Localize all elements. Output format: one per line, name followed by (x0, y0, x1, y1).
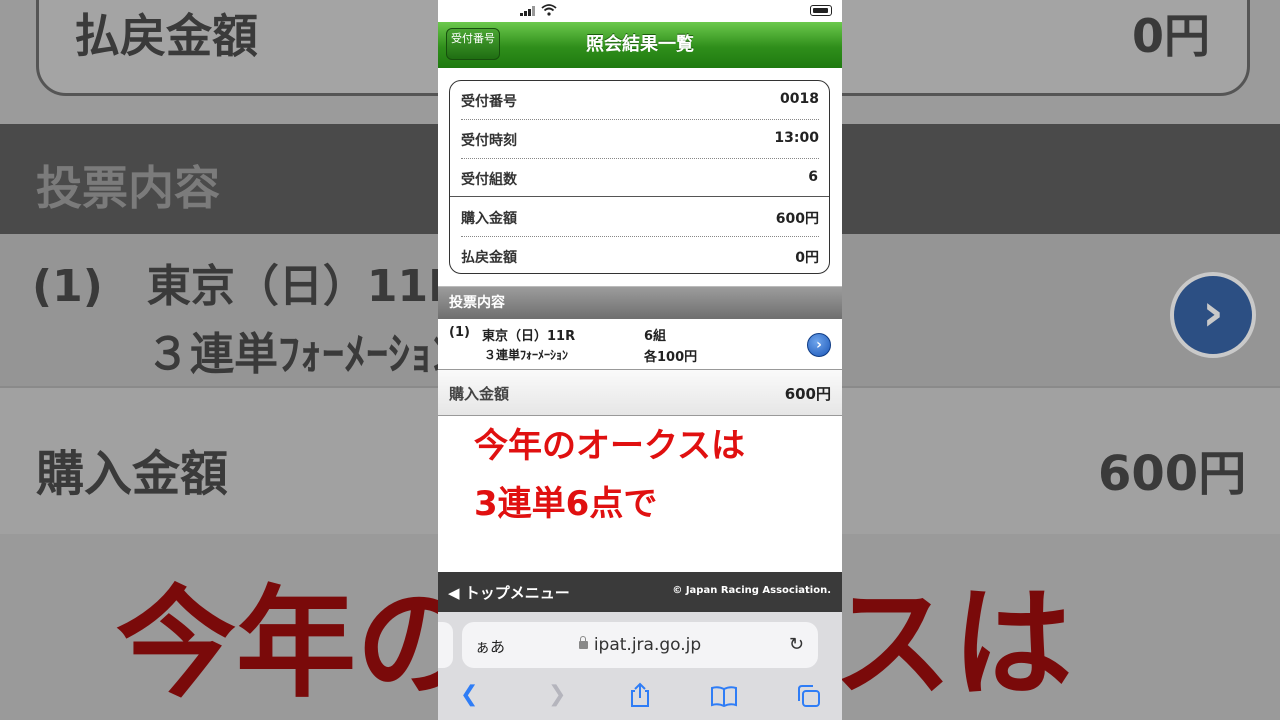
browser-chrome: ぁあ ipat.jra.go.jp ↻ ❮ ❯ (438, 612, 842, 720)
overlay-caption-line1: 今年のオークスは (474, 426, 745, 466)
receipt-panel: 受付番号 0018 受付時刻 13:00 受付組数 6 購入金額 600円 払戻… (449, 80, 830, 274)
share-icon[interactable] (628, 682, 652, 708)
back-icon[interactable]: ❮ (460, 682, 478, 707)
bg-buy-label: 購入金額 (36, 446, 229, 502)
copyright-text: © Japan Racing Association. (672, 585, 831, 596)
order-unit: 各100円 (644, 350, 698, 365)
bg-order-line2: ３連単ﾌｫｰﾒｰｼｮﾝ (146, 329, 454, 380)
bookmarks-icon[interactable] (710, 685, 738, 707)
purchase-label: 購入金額 (449, 385, 510, 403)
order-combos: 6組 (644, 329, 667, 344)
receipt-value: 0円 (795, 250, 819, 266)
app-header: 照会結果一覧 受付番号 (438, 22, 842, 68)
top-menu-label: トップメニュー (464, 584, 570, 602)
receipt-label: 払戻金額 (461, 250, 517, 266)
receipt-row: 受付番号 0018 (461, 81, 819, 120)
receipt-label: 購入金額 (461, 211, 517, 227)
receipt-row: 受付時刻 13:00 (461, 120, 819, 159)
order-index: (1) (449, 325, 470, 340)
tabs-icon[interactable] (796, 684, 822, 708)
bg-refund-label: 払戻金額 (74, 9, 258, 63)
address-bar[interactable]: ぁあ ipat.jra.go.jp ↻ (462, 622, 818, 668)
top-menu-link[interactable]: ◀ トップメニュー (448, 582, 570, 603)
triangle-left-icon: ◀ (448, 584, 460, 602)
signal-icon (520, 6, 536, 16)
receipt-label: 受付時刻 (461, 133, 517, 149)
order-race: 東京（日）11R (482, 329, 576, 344)
phone-screen: 照会結果一覧 受付番号 受付番号 0018 受付時刻 13:00 受付組数 6 … (438, 0, 842, 720)
forward-icon[interactable]: ❯ (548, 682, 566, 707)
chevron-right-icon[interactable]: › (807, 333, 831, 357)
receipt-row: 払戻金額 0円 (461, 237, 819, 275)
url-text: ipat.jra.go.jp (593, 635, 702, 655)
url-display: ipat.jra.go.jp (462, 635, 818, 655)
order-list-item[interactable]: (1) 東京（日）11R 6組 ３連単ﾌｫｰﾒｰｼｮﾝ 各100円 (438, 319, 842, 370)
bg-refund-value: 0円 (1132, 9, 1211, 63)
app-footer: ◀ トップメニュー © Japan Racing Association. (438, 572, 842, 612)
bg-order-line1: (1) 東京（日）11R (32, 261, 462, 312)
lock-icon (578, 636, 588, 649)
section-header: 投票内容 (438, 286, 842, 319)
purchase-total-row: 購入金額 600円 (438, 370, 842, 416)
receipt-label: 受付組数 (461, 172, 517, 188)
receipt-value: 13:00 (774, 130, 819, 146)
back-button[interactable]: 受付番号 (446, 28, 500, 60)
previous-tab-edge[interactable] (438, 622, 453, 668)
receipt-value: 0018 (780, 91, 819, 107)
wifi-icon (541, 4, 557, 16)
receipt-row: 購入金額 600円 (461, 198, 819, 237)
bg-chevron-right-icon: › (1170, 272, 1256, 358)
reload-icon[interactable]: ↻ (789, 634, 804, 655)
receipt-label: 受付番号 (461, 94, 517, 110)
battery-icon (810, 5, 832, 16)
bg-buy-value: 600円 (1098, 446, 1247, 502)
receipt-value: 6 (808, 169, 818, 185)
receipt-value: 600円 (775, 211, 819, 227)
order-bet-type: ３連単ﾌｫｰﾒｰｼｮﾝ (484, 348, 569, 362)
overlay-caption-line2: 3連単6点で (474, 484, 658, 524)
status-bar (438, 0, 842, 22)
bg-section-label: 投票内容 (36, 161, 220, 215)
receipt-row: 受付組数 6 (450, 159, 829, 197)
purchase-value: 600円 (784, 385, 831, 403)
